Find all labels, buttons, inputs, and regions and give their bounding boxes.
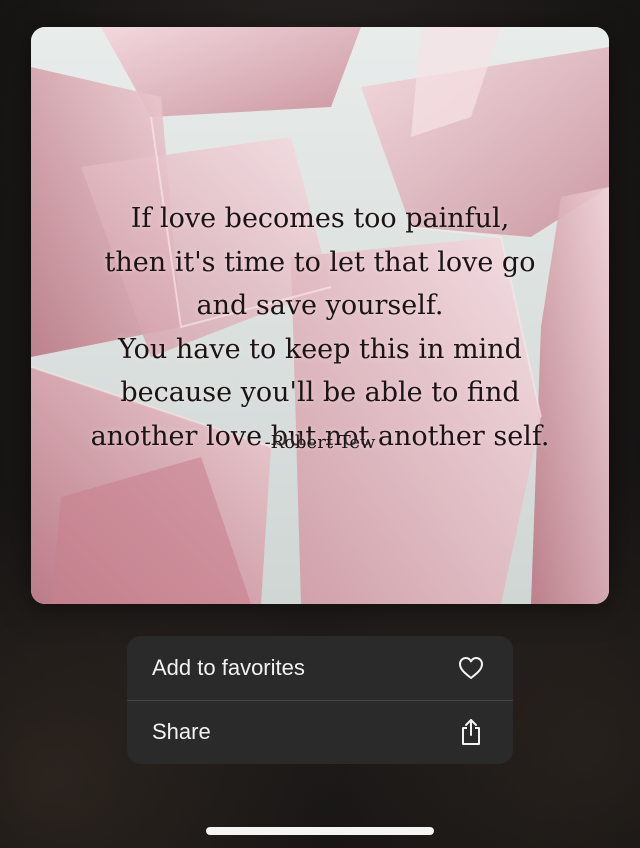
share-icon	[457, 718, 485, 746]
quote-line: You have to keep this in mind	[118, 333, 522, 365]
context-menu: Add to favorites Share	[127, 636, 513, 764]
menu-item-label: Add to favorites	[152, 655, 305, 680]
heart-icon	[457, 654, 485, 682]
quote-line: then it's time to let that love go	[104, 246, 536, 278]
quote-author: -Robert Tew	[264, 432, 376, 453]
quote-line: and save yourself.	[196, 290, 444, 321]
quote-line: If love becomes too painful,	[130, 203, 510, 234]
quote-image[interactable]: If love becomes too painful, then it's t…	[31, 27, 609, 604]
quote-line: because you'll be able to find	[120, 377, 520, 408]
share-button[interactable]: Share	[127, 700, 513, 764]
quote-text: If love becomes too painful, then it's t…	[31, 197, 609, 458]
menu-item-label: Share	[152, 719, 211, 744]
home-indicator[interactable]	[206, 827, 434, 835]
add-to-favorites-button[interactable]: Add to favorites	[127, 636, 513, 700]
